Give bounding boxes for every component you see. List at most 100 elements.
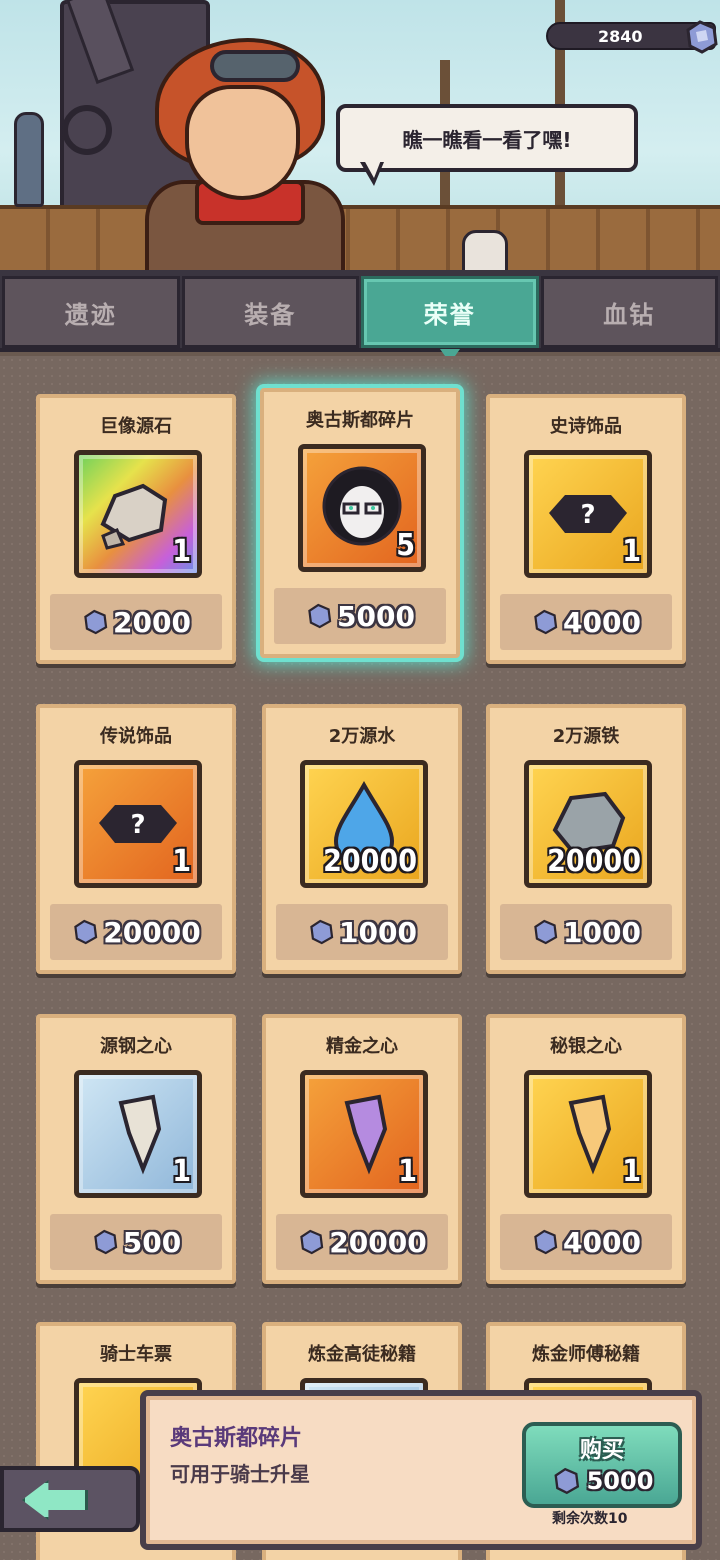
tab-label: 荣誉 xyxy=(423,300,476,329)
shop-banner-scene: 瞧一瞧看一看了嘿! 2840 xyxy=(0,0,720,275)
item-name: 炼金师傅秘籍 xyxy=(532,1344,640,1365)
price-value: 5000 xyxy=(337,599,415,633)
arrow-left-icon xyxy=(22,1480,88,1520)
hero-portrait-icon: 5 xyxy=(298,444,426,572)
svg-text:?: ? xyxy=(580,500,595,530)
crystal-fang-icon: 1 xyxy=(524,1070,652,1198)
shop-item-card[interactable]: 史诗饰品 ? 1 4000 xyxy=(486,394,686,664)
item-detail-panel: 奥古斯都碎片 可用于骑士升星 购买 5000 剩余次数10 xyxy=(140,1390,702,1550)
item-name: 源钢之心 xyxy=(100,1036,172,1057)
honor-gem-icon xyxy=(74,919,98,945)
crystal-fang-icon: 1 xyxy=(300,1070,428,1198)
honor-gem-icon xyxy=(310,919,334,945)
item-price: 4000 xyxy=(500,594,672,650)
tab-blood-diamond[interactable]: 血钻 xyxy=(540,276,718,348)
item-price: 5000 xyxy=(274,588,446,644)
dock-worker-illustration xyxy=(14,112,44,207)
shop-item-card[interactable]: 秘银之心 1 4000 xyxy=(486,1014,686,1284)
item-price: 1000 xyxy=(500,904,672,960)
tab-relics[interactable]: 遗迹 xyxy=(2,276,180,348)
shop-item-card[interactable]: 精金之心 1 20000 xyxy=(262,1014,462,1284)
back-button[interactable] xyxy=(0,1466,140,1532)
tab-equipment[interactable]: 装备 xyxy=(181,276,359,348)
shop-item-card[interactable]: 2万源水 20000 1000 xyxy=(262,704,462,974)
honor-gem-icon xyxy=(554,1467,579,1495)
item-price: 500 xyxy=(50,1214,222,1270)
shop-item-card[interactable]: 2万源铁 20000 1000 xyxy=(486,704,686,974)
svg-text:?: ? xyxy=(130,810,145,840)
shop-item-card[interactable]: 源钢之心 1 500 xyxy=(36,1014,236,1284)
price-value: 4000 xyxy=(563,605,641,639)
speech-bubble-tail-fill xyxy=(364,160,381,178)
sailor-illustration xyxy=(462,230,508,275)
item-name: 奥古斯都碎片 xyxy=(306,410,414,431)
buy-button[interactable]: 购买 5000 xyxy=(522,1422,682,1508)
tab-label: 遗迹 xyxy=(64,300,117,329)
tab-label: 血钻 xyxy=(603,300,656,329)
tab-honor[interactable]: 荣誉 xyxy=(361,276,539,363)
price-value: 4000 xyxy=(563,1225,641,1259)
price-value: 500 xyxy=(122,1225,182,1259)
iron-ore-icon: 20000 xyxy=(524,760,652,888)
buy-cost: 5000 xyxy=(526,1466,678,1496)
mystery-accessory-icon: ? 1 xyxy=(524,450,652,578)
detail-item-name: 奥古斯都碎片 xyxy=(170,1426,303,1451)
currency-value: 2840 xyxy=(598,26,643,46)
remaining-purchases: 剩余次数10 xyxy=(552,1511,628,1527)
shop-item-grid: 巨像源石 1 2000 奥古斯都碎片 5 5000 史诗饰品 ? 1 4000 xyxy=(0,356,720,1560)
item-quantity: 1 xyxy=(622,1154,641,1189)
honor-gem-icon xyxy=(682,18,720,60)
item-price: 2000 xyxy=(50,594,222,650)
item-price: 20000 xyxy=(276,1214,448,1270)
item-name: 秘银之心 xyxy=(550,1036,622,1057)
tab-label: 装备 xyxy=(244,300,297,329)
crane-wheel-illustration xyxy=(62,105,112,155)
price-value: 1000 xyxy=(563,915,641,949)
detail-item-description: 可用于骑士升星 xyxy=(170,1462,310,1486)
honor-gem-icon xyxy=(534,609,558,635)
item-price: 1000 xyxy=(276,904,448,960)
speech-text: 瞧一瞧看一看了嘿! xyxy=(402,127,572,152)
item-price: 20000 xyxy=(50,904,222,960)
item-name: 2万源水 xyxy=(328,726,396,747)
water-drop-icon: 20000 xyxy=(300,760,428,888)
shop-item-card-selected[interactable]: 奥古斯都碎片 5 5000 xyxy=(260,388,460,658)
honor-gem-icon xyxy=(300,1229,324,1255)
honor-gem-icon xyxy=(308,603,332,629)
item-name: 骑士车票 xyxy=(100,1344,172,1365)
price-value: 2000 xyxy=(113,605,191,639)
item-name: 精金之心 xyxy=(326,1036,398,1057)
shopkeeper-goggles xyxy=(210,50,300,82)
buy-cost-value: 5000 xyxy=(586,1467,654,1495)
buy-label: 购买 xyxy=(579,1438,624,1463)
shop-item-card[interactable]: 传说饰品 ? 1 20000 xyxy=(36,704,236,974)
shop-item-card[interactable]: 巨像源石 1 2000 xyxy=(36,394,236,664)
price-value: 20000 xyxy=(103,915,201,949)
item-quantity: 1 xyxy=(172,1154,191,1189)
item-name: 炼金高徒秘籍 xyxy=(308,1344,416,1365)
item-name: 巨像源石 xyxy=(100,416,172,437)
honor-gem-icon xyxy=(534,1229,558,1255)
item-quantity: 1 xyxy=(398,1154,417,1189)
item-name: 2万源铁 xyxy=(552,726,620,747)
item-quantity: 1 xyxy=(172,534,191,569)
item-quantity: 5 xyxy=(396,528,415,563)
shopkeeper-face xyxy=(185,85,300,200)
shop-category-tabs: 遗迹 装备 荣誉 血钻 xyxy=(0,270,720,363)
price-value: 1000 xyxy=(339,915,417,949)
honor-gem-icon xyxy=(94,1229,118,1255)
honor-gem-icon xyxy=(534,919,558,945)
item-quantity: 1 xyxy=(172,844,191,879)
item-quantity: 20000 xyxy=(547,844,641,879)
currency-counter[interactable]: 2840 xyxy=(546,20,718,54)
item-quantity: 1 xyxy=(622,534,641,569)
mystery-accessory-icon: ? 1 xyxy=(74,760,202,888)
item-name: 传说饰品 xyxy=(100,726,172,747)
crystal-fang-icon: 1 xyxy=(74,1070,202,1198)
honor-gem-icon xyxy=(84,609,108,635)
item-name: 史诗饰品 xyxy=(550,416,622,437)
item-price: 4000 xyxy=(500,1214,672,1270)
item-quantity: 20000 xyxy=(323,844,417,879)
rock-icon: 1 xyxy=(74,450,202,578)
price-value: 20000 xyxy=(329,1225,427,1259)
